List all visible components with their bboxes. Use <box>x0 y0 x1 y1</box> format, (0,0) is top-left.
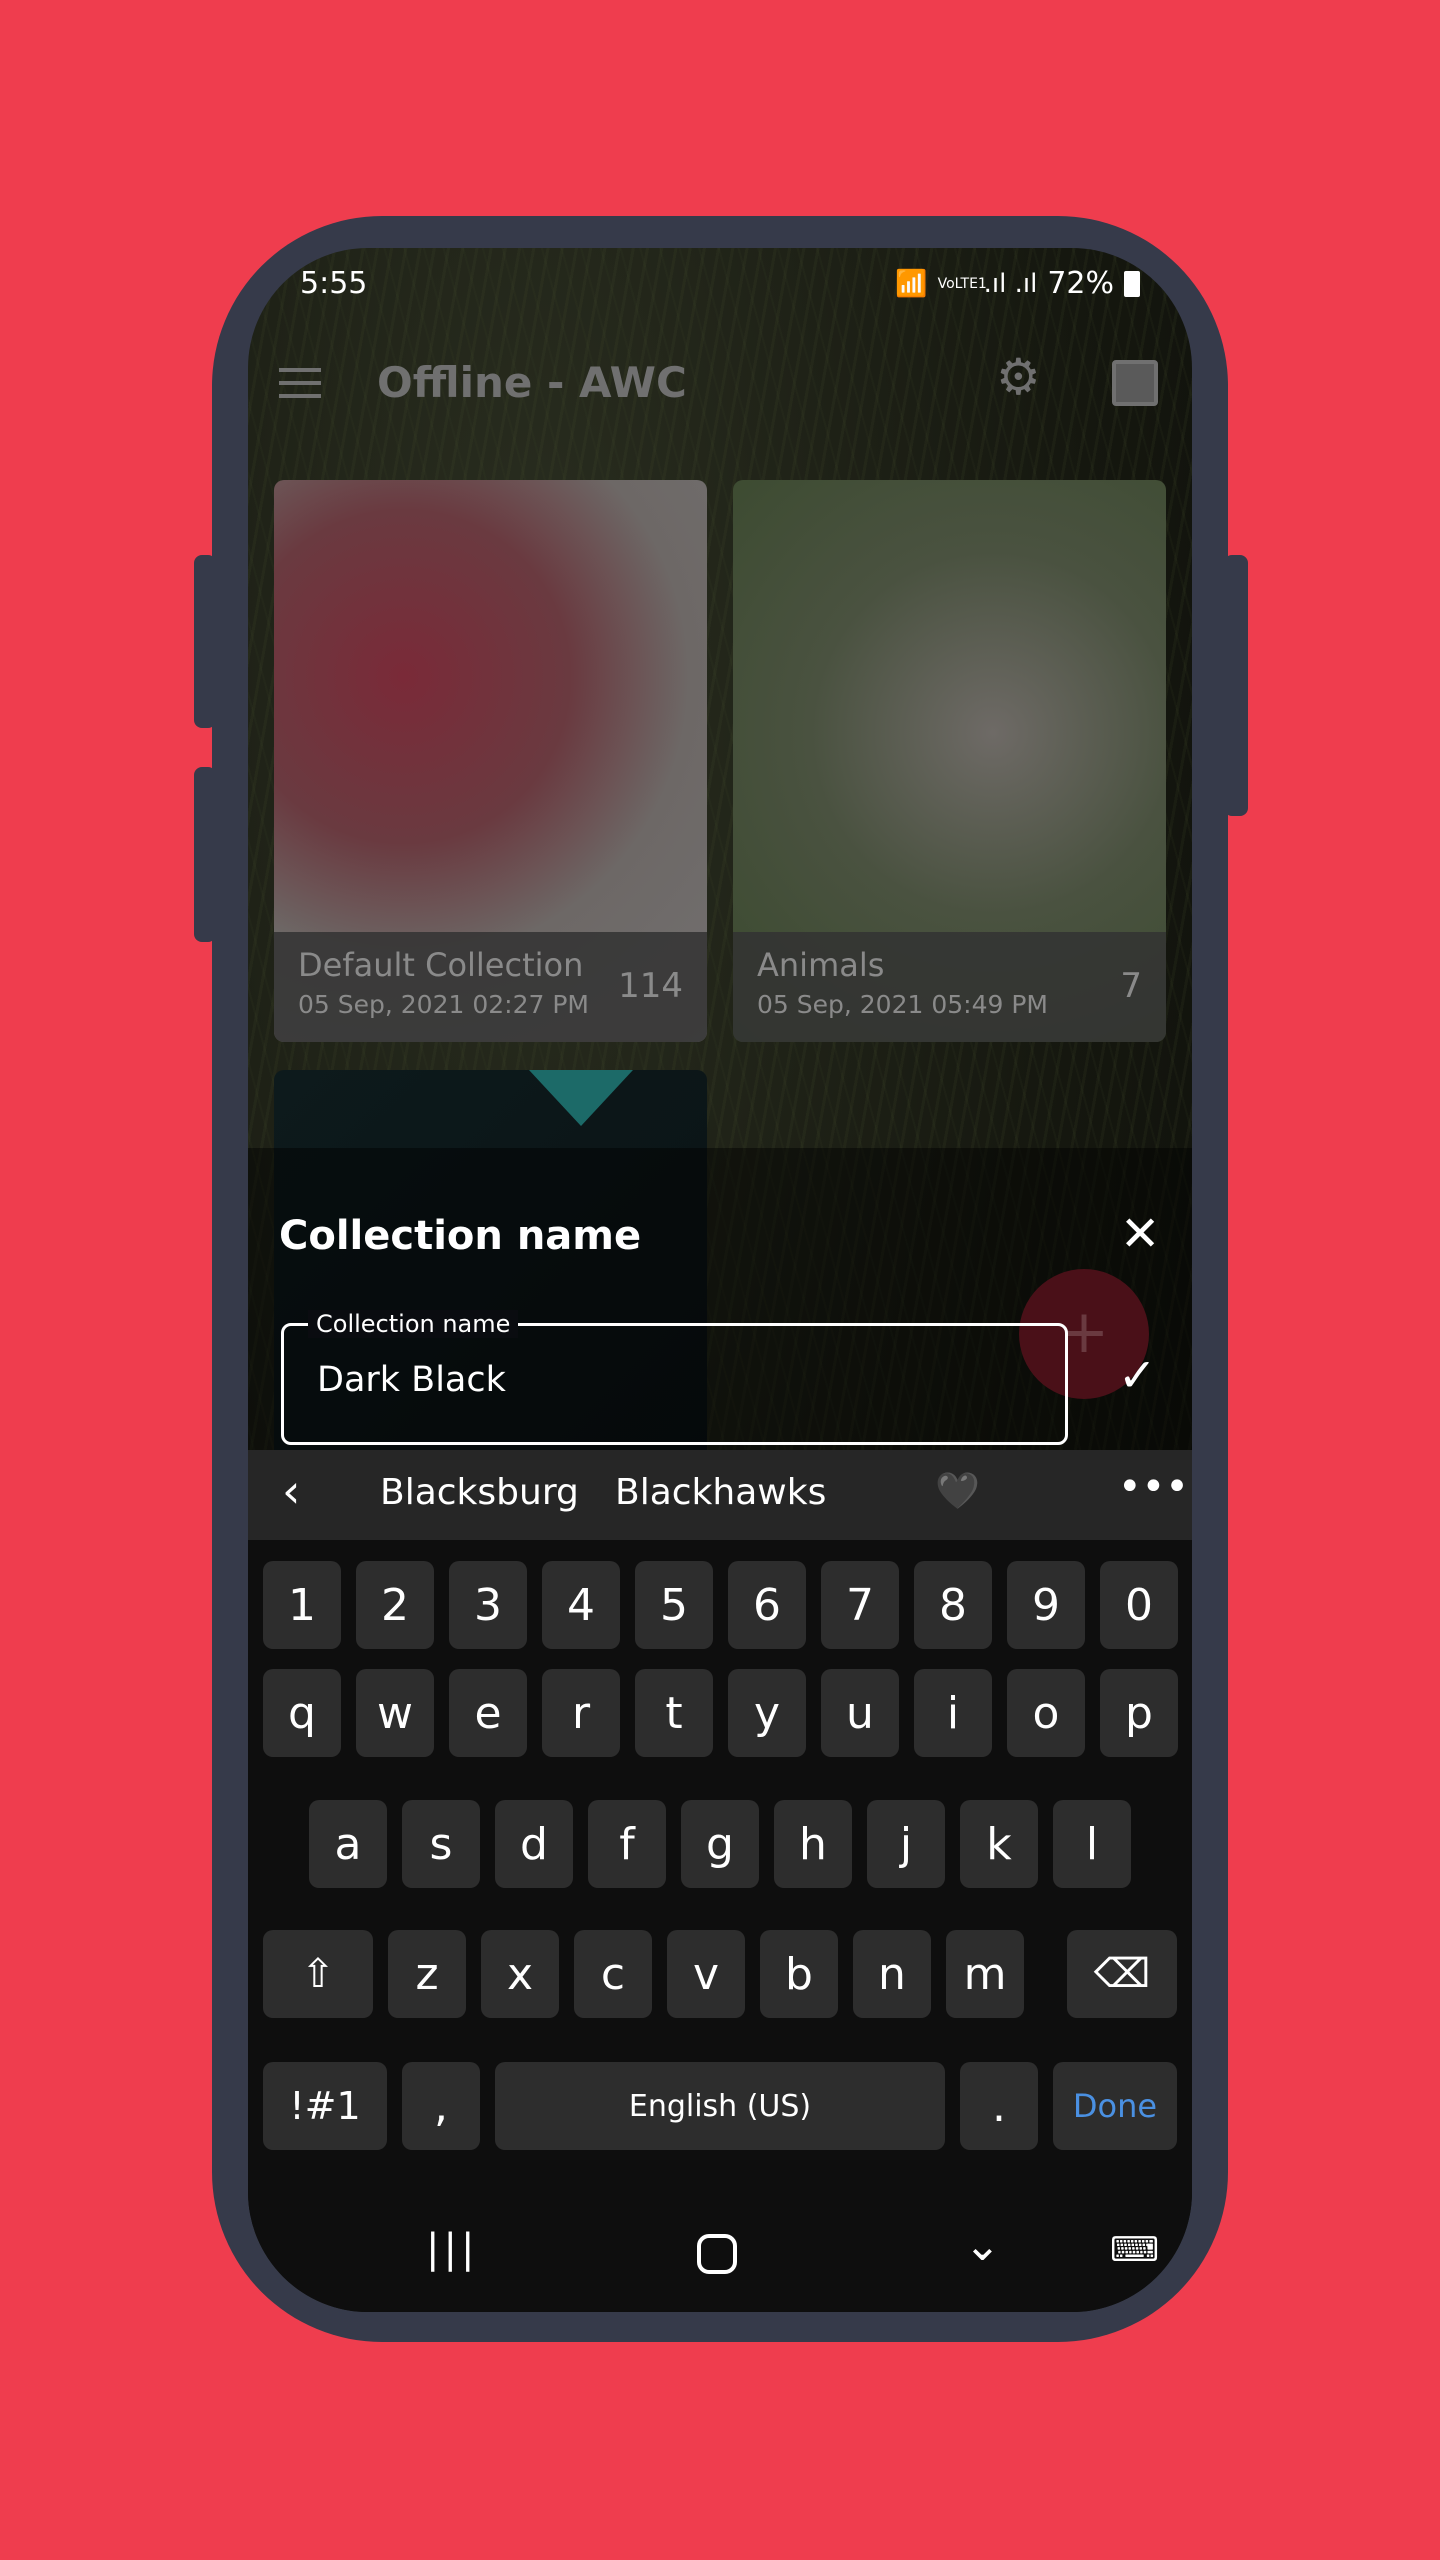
key-c[interactable]: c <box>574 1930 652 2018</box>
key-j[interactable]: j <box>867 1800 945 1888</box>
key-p[interactable]: p <box>1100 1669 1178 1757</box>
status-time: 5:55 <box>300 266 368 301</box>
key-4[interactable]: 4 <box>542 1561 620 1649</box>
collection-card[interactable]: Animals 05 Sep, 2021 05:49 PM 7 <box>733 480 1166 1042</box>
key-y[interactable]: y <box>728 1669 806 1757</box>
battery-percent: 72% <box>1047 266 1114 301</box>
key-h[interactable]: h <box>774 1800 852 1888</box>
suggestion-item[interactable]: Blackhawks <box>615 1472 826 1513</box>
suggestion-bar: ‹ Blacksburg Blackhawks 🖤 ••• <box>248 1450 1192 1540</box>
key-a[interactable]: a <box>309 1800 387 1888</box>
key-f[interactable]: f <box>588 1800 666 1888</box>
key-z[interactable]: z <box>388 1930 466 2018</box>
navigation-bar: ||| ⌄ ⌨ <box>248 2196 1192 2312</box>
key-t[interactable]: t <box>635 1669 713 1757</box>
key-k[interactable]: k <box>960 1800 1038 1888</box>
key-d[interactable]: d <box>495 1800 573 1888</box>
key-5[interactable]: 5 <box>635 1561 713 1649</box>
home-icon[interactable] <box>697 2234 737 2274</box>
app-title: Offline - AWC <box>377 358 687 407</box>
key-8[interactable]: 8 <box>914 1561 992 1649</box>
key-x[interactable]: x <box>481 1930 559 2018</box>
key-r[interactable]: r <box>542 1669 620 1757</box>
period-key[interactable]: . <box>960 2062 1038 2150</box>
field-label: Collection name <box>308 1310 519 1338</box>
collection-date: 05 Sep, 2021 05:49 PM <box>757 990 1048 1019</box>
check-icon[interactable]: ✓ <box>1118 1348 1157 1402</box>
chevron-down-icon[interactable]: ⌄ <box>964 2220 1001 2271</box>
collection-count: 114 <box>618 966 683 1006</box>
chevron-left-icon[interactable]: ‹ <box>282 1464 300 1518</box>
collection-count: 7 <box>1120 966 1142 1006</box>
key-9[interactable]: 9 <box>1007 1561 1085 1649</box>
backspace-key[interactable]: ⌫ <box>1067 1930 1177 2018</box>
suggestion-item[interactable]: Blacksburg <box>380 1472 579 1513</box>
key-v[interactable]: v <box>667 1930 745 2018</box>
key-i[interactable]: i <box>914 1669 992 1757</box>
signal-icon: .ıl .ıl <box>983 268 1038 299</box>
key-e[interactable]: e <box>449 1669 527 1757</box>
key-2[interactable]: 2 <box>356 1561 434 1649</box>
emoji-suggestion[interactable]: 🖤 <box>935 1470 980 1512</box>
comma-key[interactable]: , <box>402 2062 480 2150</box>
keyboard-icon[interactable]: ⌨ <box>1110 2230 1159 2270</box>
done-key[interactable]: Done <box>1053 2062 1177 2150</box>
key-m[interactable]: m <box>946 1930 1024 2018</box>
key-l[interactable]: l <box>1053 1800 1131 1888</box>
key-n[interactable]: n <box>853 1930 931 2018</box>
phone-screen: 5:55 📶 VoLTE1 .ıl .ıl 72% Offline - AWC … <box>248 248 1192 2312</box>
key-s[interactable]: s <box>402 1800 480 1888</box>
key-b[interactable]: b <box>760 1930 838 2018</box>
more-icon[interactable]: ••• <box>1118 1464 1189 1510</box>
backspace-icon: ⌫ <box>1093 1951 1151 1997</box>
key-0[interactable]: 0 <box>1100 1561 1178 1649</box>
recent-apps-icon[interactable]: ||| <box>426 2226 478 2272</box>
shift-key[interactable]: ⇧ <box>263 1930 373 2018</box>
keyboard: 1234567890 qwertyuiop asdfghjkl ⇧ zxcvbn… <box>248 1540 1192 2196</box>
space-key[interactable]: English (US) <box>495 2062 945 2150</box>
status-icons: 📶 VoLTE1 .ıl .ıl 72% <box>895 266 1140 301</box>
symbols-key[interactable]: !#1 <box>263 2062 387 2150</box>
key-3[interactable]: 3 <box>449 1561 527 1649</box>
key-1[interactable]: 1 <box>263 1561 341 1649</box>
key-w[interactable]: w <box>356 1669 434 1757</box>
key-g[interactable]: g <box>681 1800 759 1888</box>
collection-name-field[interactable]: Collection name <box>281 1310 1068 1445</box>
key-q[interactable]: q <box>263 1669 341 1757</box>
key-o[interactable]: o <box>1007 1669 1085 1757</box>
photo-library-icon[interactable] <box>1112 360 1158 406</box>
close-icon[interactable]: ✕ <box>1120 1206 1160 1262</box>
battery-charging-icon <box>1124 270 1140 297</box>
gear-icon[interactable]: ⚙ <box>996 348 1041 406</box>
collection-name: Animals <box>757 946 885 984</box>
collection-name-input[interactable] <box>317 1360 1017 1400</box>
key-7[interactable]: 7 <box>821 1561 899 1649</box>
key-u[interactable]: u <box>821 1669 899 1757</box>
dialog-title: Collection name <box>279 1213 642 1259</box>
shift-icon: ⇧ <box>301 1951 335 1997</box>
wifi-icon: 📶 <box>895 268 928 299</box>
collection-card[interactable]: Default Collection 05 Sep, 2021 02:27 PM 1… <box>274 480 707 1042</box>
hamburger-menu-icon[interactable] <box>279 368 321 398</box>
volte-label: VoLTE1 <box>937 275 987 292</box>
key-6[interactable]: 6 <box>728 1561 806 1649</box>
